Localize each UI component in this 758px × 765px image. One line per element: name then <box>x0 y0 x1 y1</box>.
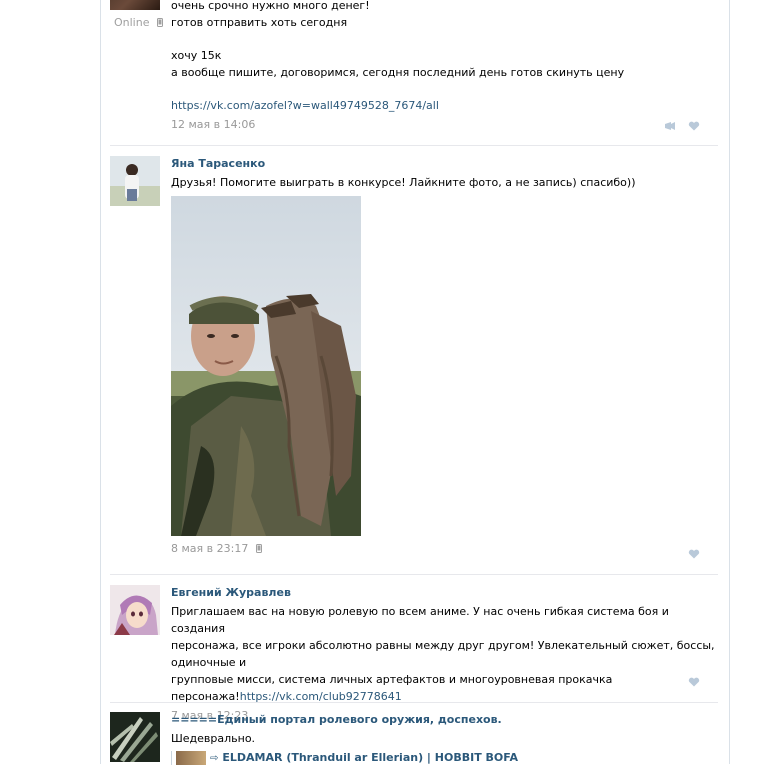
avatar[interactable] <box>110 156 160 206</box>
like-icon[interactable] <box>688 677 700 687</box>
post-text: хочу 15к <box>171 49 222 62</box>
post-divider <box>110 145 718 146</box>
post-text: групповые мисси, система личных артефакт… <box>171 673 613 686</box>
post-author[interactable]: =====Единый портал ролевого оружия, досп… <box>171 713 718 727</box>
post-text: очень срочно нужно много денег! <box>171 0 370 12</box>
post-date[interactable]: 12 мая в 14:06 <box>171 118 718 132</box>
post-text: Шедеврально. <box>171 732 256 745</box>
post-text: а вообще пишите, договоримся, сегодня по… <box>171 66 625 79</box>
post-date[interactable]: 8 мая в 23:17 <box>171 542 248 555</box>
post-date-row: 8 мая в 23:17 <box>171 542 718 556</box>
post-author[interactable]: Яна Тарасенко <box>171 157 718 171</box>
like-icon[interactable] <box>688 121 700 131</box>
post-link[interactable]: https://vk.com/azofel?w=wall49749528_767… <box>171 97 718 114</box>
post-photo[interactable] <box>171 196 361 536</box>
post-text: персонажа, все игроки абсолютно равны ме… <box>171 639 715 669</box>
repost-icon: ⇨ <box>210 752 219 764</box>
repost-block: ⇨ ELDAMAR (Thranduil ar Ellerian) | HOBB… <box>171 751 718 765</box>
mobile-icon <box>156 18 163 27</box>
online-status: Online <box>114 16 163 29</box>
post-divider <box>110 574 718 575</box>
avatar[interactable] <box>110 712 160 762</box>
post-divider <box>110 702 718 703</box>
avatar[interactable] <box>110 0 160 10</box>
like-icon[interactable] <box>688 549 700 559</box>
mobile-icon <box>255 544 262 553</box>
repost-avatar[interactable] <box>176 751 206 765</box>
avatar[interactable] <box>110 585 160 635</box>
repost-author[interactable]: ELDAMAR (Thranduil ar Ellerian) | HOBBIT… <box>222 751 518 765</box>
repost-line <box>171 751 172 765</box>
post-text: Приглашаем вас на новую ролевую по всем … <box>171 605 669 635</box>
post-text: Друзья! Помогите выиграть в конкурсе! Ла… <box>171 176 636 189</box>
post-text: готов отправить хоть сегодня <box>171 16 348 29</box>
share-icon[interactable] <box>664 121 676 131</box>
post-author[interactable]: Евгений Журавлев <box>171 586 718 600</box>
